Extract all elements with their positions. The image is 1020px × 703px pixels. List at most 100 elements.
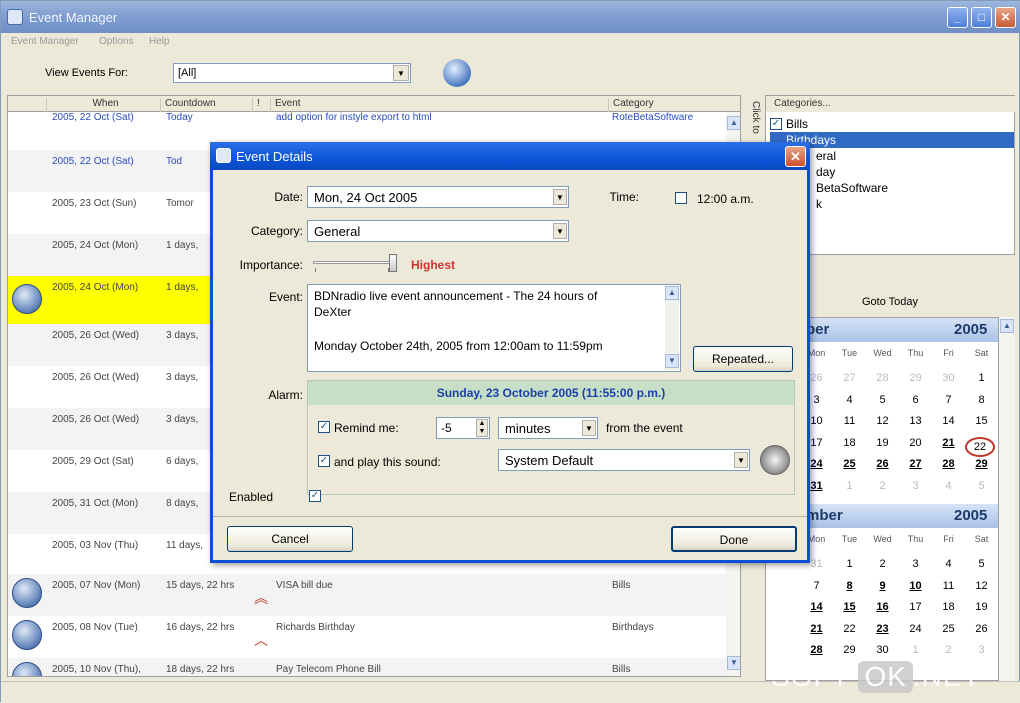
calendar-day[interactable]: 23 xyxy=(866,623,899,635)
calendar-day[interactable]: 27 xyxy=(833,372,866,384)
checkbox-bills[interactable]: ✓ xyxy=(770,118,782,130)
close-button[interactable]: ✕ xyxy=(995,7,1016,28)
calendar-day[interactable]: 4 xyxy=(833,394,866,406)
calendar-day[interactable]: 15 xyxy=(833,601,866,613)
calendar-day[interactable]: 22 xyxy=(833,623,866,635)
repeated-button[interactable]: Repeated... xyxy=(693,346,793,372)
remind-unit-select[interactable]: minutes ▼ xyxy=(498,417,598,439)
calendar-day[interactable]: 16 xyxy=(866,601,899,613)
calendar-day[interactable]: 11 xyxy=(932,580,965,592)
cancel-button[interactable]: Cancel xyxy=(227,526,353,552)
calendar-day[interactable]: 14 xyxy=(932,415,965,427)
column-when[interactable]: When xyxy=(46,98,160,112)
category-select[interactable]: General ▼ xyxy=(307,220,569,242)
calendar-day[interactable]: 30 xyxy=(932,372,965,384)
speaker-icon[interactable] xyxy=(760,445,790,475)
enabled-checkbox[interactable]: ✓ xyxy=(309,490,321,502)
importance-slider[interactable] xyxy=(313,254,397,274)
menu-event-manager[interactable]: Event Manager xyxy=(11,36,79,47)
calendar-day[interactable]: 8 xyxy=(833,580,866,592)
categories-header[interactable]: Categories... xyxy=(766,96,1016,112)
calendar-day[interactable]: 28 xyxy=(800,644,833,656)
category-item-bills[interactable]: ✓ Bills xyxy=(770,116,1014,132)
scroll-down-icon[interactable]: ▼ xyxy=(665,354,679,368)
calendar-day[interactable]: 6 xyxy=(899,394,932,406)
calendar-day[interactable]: 3 xyxy=(965,644,998,656)
column-priority[interactable]: ! xyxy=(252,98,270,112)
calendar-day[interactable]: 19 xyxy=(866,437,899,449)
column-category[interactable]: Category xyxy=(608,98,718,112)
minimize-button[interactable]: _ xyxy=(947,7,968,28)
dialog-close-button[interactable]: ✕ xyxy=(785,146,806,167)
calendar-day[interactable]: 20 xyxy=(899,437,932,449)
calendar-day[interactable]: 12 xyxy=(965,580,998,592)
scroll-up-icon[interactable]: ▲ xyxy=(1000,319,1014,333)
calendar-day[interactable]: 26 xyxy=(965,623,998,635)
remind-amount-stepper[interactable]: -5 ▲ ▼ xyxy=(436,417,490,439)
calendar-day[interactable]: 12 xyxy=(866,415,899,427)
calendar-day[interactable]: 14 xyxy=(800,601,833,613)
calendar-day[interactable]: 3 xyxy=(899,480,932,492)
calendar-day[interactable]: 4 xyxy=(932,558,965,570)
calendar-day[interactable]: 21 xyxy=(932,437,965,449)
table-row[interactable]: 2005, 10 Nov (Thu), 18 days, 22 hrs Pay Te… xyxy=(8,658,740,676)
calendar-day[interactable]: 5 xyxy=(866,394,899,406)
event-textarea[interactable]: BDNradio live event announcement - The 2… xyxy=(307,284,681,372)
globe-refresh-icon[interactable] xyxy=(443,59,471,87)
calendar-day[interactable]: 8 xyxy=(965,394,998,406)
calendar-day[interactable]: 1 xyxy=(833,558,866,570)
calendar-day[interactable]: 2 xyxy=(866,480,899,492)
calendar-day[interactable]: 29 xyxy=(965,458,998,470)
calendar-day[interactable]: 4 xyxy=(932,480,965,492)
calendar-day[interactable]: 29 xyxy=(899,372,932,384)
slider-thumb[interactable] xyxy=(389,254,397,272)
calendar-scrollbar[interactable]: ▲ xyxy=(999,317,1015,681)
calendar-day[interactable]: 26 xyxy=(866,458,899,470)
time-checkbox[interactable] xyxy=(675,192,687,204)
calendar-day[interactable]: 2 xyxy=(932,644,965,656)
date-picker[interactable]: Mon, 24 Oct 2005 ▼ xyxy=(307,186,569,208)
calendar-day[interactable]: 1 xyxy=(965,372,998,384)
calendar-day[interactable]: 1 xyxy=(899,644,932,656)
sound-select[interactable]: System Default ▼ xyxy=(498,449,750,471)
calendar-day[interactable]: 29 xyxy=(833,644,866,656)
calendar-day[interactable]: 5 xyxy=(965,558,998,570)
scroll-up-icon[interactable]: ▲ xyxy=(665,286,679,300)
calendar-day[interactable]: 1 xyxy=(833,480,866,492)
calendar-day[interactable]: 22 xyxy=(965,436,995,457)
calendar-day[interactable]: 18 xyxy=(932,601,965,613)
calendar-day[interactable]: 11 xyxy=(833,415,866,427)
done-button[interactable]: Done xyxy=(671,526,797,552)
calendar-day[interactable]: 27 xyxy=(899,458,932,470)
scroll-up-icon[interactable]: ▲ xyxy=(727,116,740,130)
calendar-day[interactable]: 7 xyxy=(800,580,833,592)
calendar-day[interactable]: 18 xyxy=(833,437,866,449)
menu-help[interactable]: Help xyxy=(149,36,170,47)
calendar-day[interactable]: 10 xyxy=(899,580,932,592)
calendar-day[interactable]: 21 xyxy=(800,623,833,635)
calendar-day[interactable]: 28 xyxy=(932,458,965,470)
calendar-day[interactable]: 24 xyxy=(899,623,932,635)
remind-checkbox[interactable]: ✓ xyxy=(318,421,330,433)
scroll-down-icon[interactable]: ▼ xyxy=(727,656,740,670)
calendar-day[interactable]: 5 xyxy=(965,480,998,492)
alarm-date-header[interactable]: Sunday, 23 October 2005 (11:55:00 p.m.) xyxy=(308,381,794,405)
table-row[interactable]: 2005, 08 Nov (Tue) 16 days, 22 hrs Richard… xyxy=(8,616,740,658)
calendar-day[interactable]: 28 xyxy=(866,372,899,384)
stepper-arrows-icon[interactable]: ▲ ▼ xyxy=(476,419,488,437)
column-countdown[interactable]: Countdown xyxy=(160,98,244,112)
menu-options[interactable]: Options xyxy=(99,36,133,47)
table-row[interactable]: 2005, 07 Nov (Mon) 15 days, 22 hrs VISA bi… xyxy=(8,574,740,616)
sound-checkbox[interactable]: ✓ xyxy=(318,455,330,467)
calendar-day[interactable]: 3 xyxy=(899,558,932,570)
calendar-day[interactable]: 15 xyxy=(965,415,998,427)
calendar-day[interactable]: 9 xyxy=(866,580,899,592)
calendar-day[interactable]: 19 xyxy=(965,601,998,613)
view-events-select[interactable]: [All] ▼ xyxy=(173,63,411,83)
calendar-day[interactable]: 13 xyxy=(899,415,932,427)
calendar-day[interactable]: 2 xyxy=(866,558,899,570)
calendar-day[interactable]: 25 xyxy=(932,623,965,635)
calendar-day[interactable]: 7 xyxy=(932,394,965,406)
calendar-day[interactable]: 30 xyxy=(866,644,899,656)
calendar-day[interactable]: 17 xyxy=(899,601,932,613)
